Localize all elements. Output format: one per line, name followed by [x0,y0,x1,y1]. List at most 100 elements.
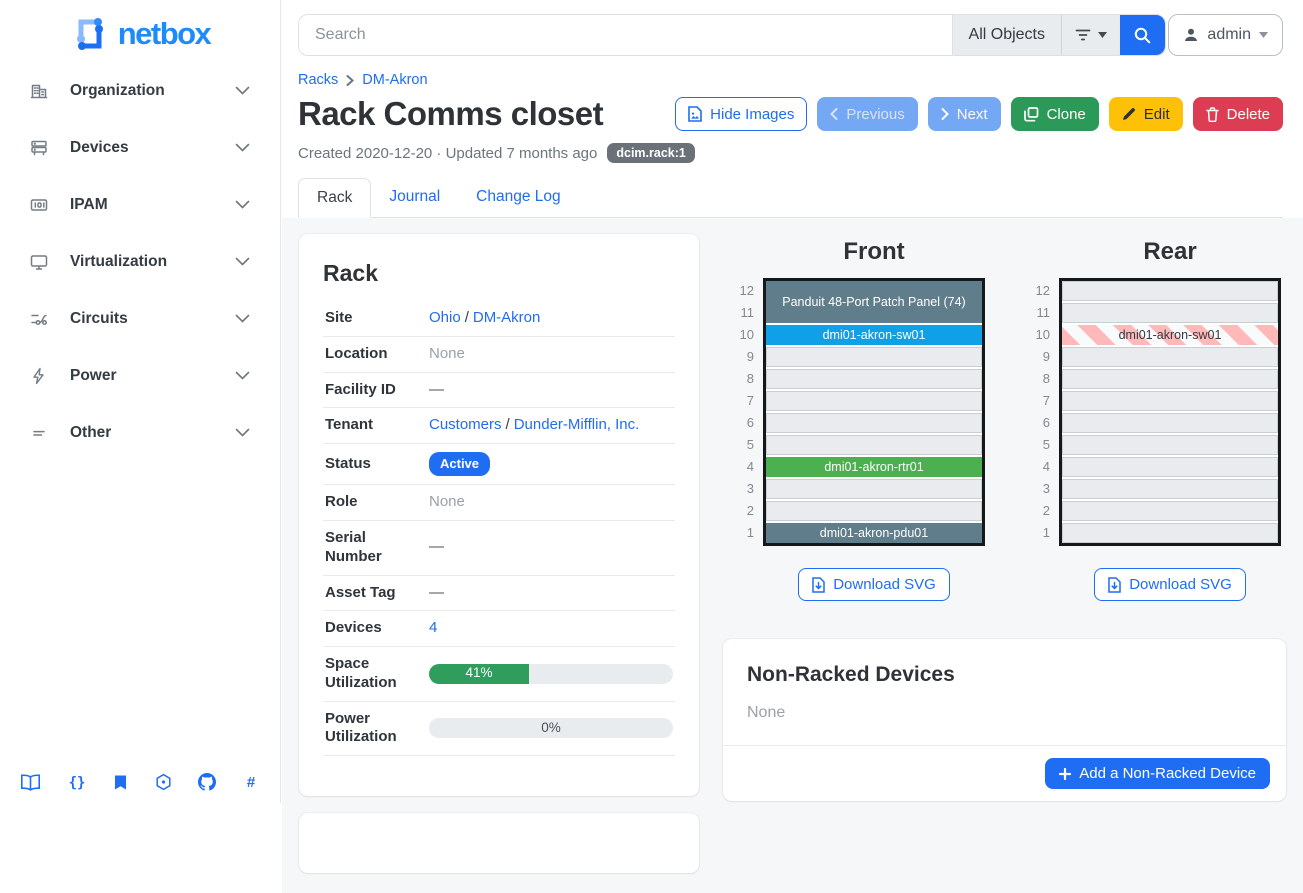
rack-empty-slot[interactable] [766,501,982,521]
tab-change-log[interactable]: Change Log [458,178,578,217]
docs-icon[interactable] [20,771,41,793]
rack-empty-slot[interactable] [1062,281,1278,301]
delete-button[interactable]: Delete [1193,97,1283,131]
breadcrumb-link-racks[interactable]: Racks [298,72,338,88]
trash-icon [1206,107,1219,122]
clone-button[interactable]: Clone [1011,97,1099,131]
github-icon[interactable] [198,771,216,793]
slack-icon[interactable]: # [242,771,260,793]
link-separator: / [506,416,510,435]
detail-link[interactable]: Customers [429,416,502,435]
search-submit-button[interactable] [1120,15,1165,55]
search-scope-select[interactable]: All Objects [952,15,1061,55]
rest-api-icon[interactable]: {} [67,771,87,793]
rack-empty-slot[interactable] [766,435,982,455]
sidebar-item-organization[interactable]: Organization [0,62,280,119]
user-menu-button[interactable]: admin [1168,14,1283,56]
netbox-logo-icon [70,14,110,54]
detail-link[interactable]: DM-Akron [473,309,541,328]
chevron-right-icon [346,75,354,86]
sidebar-item-label: Organization [70,82,235,100]
rack-device[interactable]: dmi01-akron-sw01 [1062,325,1278,345]
image-file-icon [688,106,702,122]
copy-icon [1024,107,1039,122]
chevron-down-icon [235,428,250,437]
rack-empty-slot[interactable] [1062,479,1278,499]
detail-link[interactable]: 4 [429,619,437,638]
netbox-logo-text: netbox [118,16,211,52]
sidebar-nav: Organization Devices IPAM Virtualization… [0,62,280,461]
sidebar-item-virtualization[interactable]: Virtualization [0,233,280,290]
search-input[interactable] [299,15,952,55]
previous-button[interactable]: Previous [817,97,917,131]
edit-button[interactable]: Edit [1109,97,1183,131]
unit-number: 6 [733,413,763,435]
rack-device[interactable]: Panduit 48-Port Patch Panel (74) [766,281,982,323]
unit-number: 4 [1029,457,1059,479]
rack-empty-slot[interactable] [1062,347,1278,367]
rack-empty-slot[interactable] [766,391,982,411]
hide-images-button[interactable]: Hide Images [675,97,807,131]
rack-empty-slot[interactable] [1062,457,1278,477]
edit-label: Edit [1144,106,1170,123]
unit-number: 10 [1029,325,1059,347]
rack-empty-slot[interactable] [766,413,982,433]
tab-content: Rack Site Ohio/DM-Akron Location None Fa… [282,218,1303,893]
detail-value: 41% [421,664,673,684]
next-button[interactable]: Next [928,97,1001,131]
rack-empty-slot[interactable] [766,347,982,367]
detail-link[interactable]: Dunder-Mifflin, Inc. [514,416,640,435]
front-rack-diagram: Panduit 48-Port Patch Panel (74)dmi01-ak… [763,278,985,546]
unit-number: 3 [733,479,763,501]
created-updated-text: Created 2020-12-20 · Updated 7 months ag… [298,145,597,162]
detail-link[interactable]: Ohio [429,309,461,328]
ipam-icon [30,196,50,214]
front-download-svg-button[interactable]: Download SVG [798,568,950,601]
sidebar-item-other[interactable]: Other [0,404,280,461]
sidebar-item-ipam[interactable]: IPAM [0,176,280,233]
detail-label: Tenant [325,416,421,435]
rack-empty-slot[interactable] [1062,435,1278,455]
detail-label: Status [325,455,421,474]
sidebar-item-power[interactable]: Power [0,347,280,404]
rack-empty-slot[interactable] [1062,501,1278,521]
chevron-down-icon [235,257,250,266]
rack-empty-slot[interactable] [1062,413,1278,433]
sidebar-item-devices[interactable]: Devices [0,119,280,176]
breadcrumb-link-site[interactable]: DM-Akron [362,72,427,88]
unit-number: 8 [733,369,763,391]
tab-bar: Rack Journal Change Log [298,178,1283,218]
sidebar-item-circuits[interactable]: Circuits [0,290,280,347]
netbox-logo[interactable]: netbox [0,0,280,62]
object-id-badge: dcim.rack:1 [607,143,694,163]
svg-text:{}: {} [69,775,86,791]
rack-empty-slot[interactable] [766,479,982,499]
add-non-racked-device-button[interactable]: Add a Non-Racked Device [1045,758,1270,789]
rack-details-panel: Rack Site Ohio/DM-Akron Location None Fa… [299,234,699,796]
rack-device[interactable]: dmi01-akron-sw01 [766,325,982,345]
tab-journal[interactable]: Journal [371,178,458,217]
unit-number: 12 [733,281,763,303]
next-panel-stub [299,813,699,873]
detail-value: — [421,584,673,603]
page-title: Rack Comms closet [298,95,603,133]
detail-value-empty: — [429,538,444,557]
unit-number: 5 [733,435,763,457]
rack-device[interactable]: dmi01-akron-pdu01 [766,523,982,543]
search-filter-button[interactable] [1061,15,1120,55]
rack-empty-slot[interactable] [766,369,982,389]
rack-empty-slot[interactable] [1062,391,1278,411]
rack-empty-slot[interactable] [1062,369,1278,389]
rack-device[interactable]: dmi01-akron-rtr01 [766,457,982,477]
plus-icon [1059,768,1071,780]
tab-rack[interactable]: Rack [298,178,371,218]
detail-value: 0% [421,718,673,738]
rear-download-svg-button[interactable]: Download SVG [1094,568,1246,601]
sidebar-item-label: Devices [70,139,235,157]
graphql-icon[interactable] [155,771,172,793]
rack-empty-slot[interactable] [1062,303,1278,323]
rack-empty-slot[interactable] [1062,523,1278,543]
chevron-down-icon [235,200,250,209]
api-docs-icon[interactable] [113,771,128,793]
sidebar-footer: {} # [0,771,280,793]
